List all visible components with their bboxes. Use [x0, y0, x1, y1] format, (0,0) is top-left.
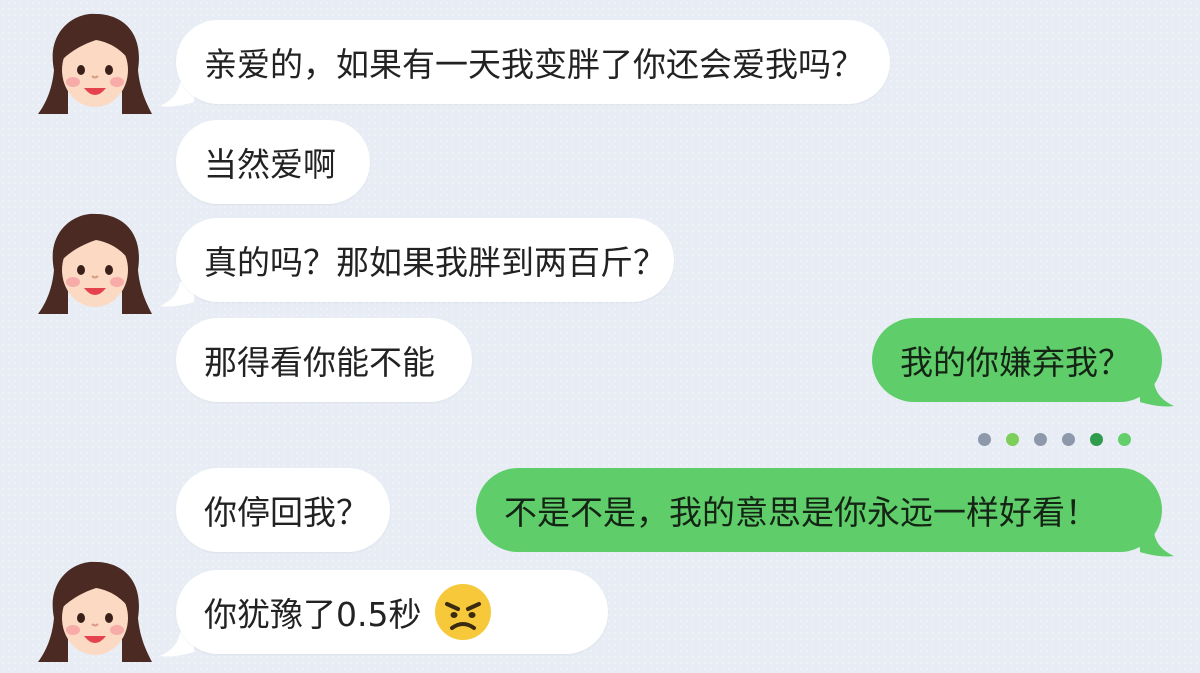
- message-bubble[interactable]: 真的吗？那如果我胖到两百斤？: [176, 218, 674, 302]
- message-bubble[interactable]: 那得看你能不能: [176, 318, 472, 402]
- typing-dot: [1034, 433, 1047, 446]
- message-bubble[interactable]: 你犹豫了0.5秒: [176, 570, 608, 654]
- avatar: [36, 10, 154, 118]
- message-text: 真的吗？那如果我胖到两百斤？: [204, 243, 666, 282]
- avatar: [36, 558, 154, 666]
- message-text: 你犹豫了0.5秒: [204, 595, 422, 634]
- message-bubble[interactable]: 不是不是，我的意思是你永远一样好看！: [476, 468, 1162, 552]
- message-text: 那得看你能不能: [204, 343, 435, 382]
- message-bubble[interactable]: 我的你嫌弃我？: [872, 318, 1162, 402]
- typing-dot: [978, 433, 991, 446]
- message-text: 我的你嫌弃我？: [900, 343, 1131, 382]
- typing-dot: [1118, 433, 1131, 446]
- message-bubble[interactable]: 当然爱啊: [176, 120, 370, 204]
- angry-face-icon: [433, 582, 493, 642]
- typing-indicator: [978, 433, 1131, 446]
- message-text: 当然爱啊: [204, 145, 336, 184]
- message-text: 亲爱的，如果有一天我变胖了你还会爱我吗？: [204, 45, 864, 84]
- message-bubble[interactable]: 亲爱的，如果有一天我变胖了你还会爱我吗？: [176, 20, 890, 104]
- typing-dot: [1090, 433, 1103, 446]
- avatar: [36, 210, 154, 318]
- message-text: 你停回我？: [204, 493, 369, 532]
- message-bubble[interactable]: 你停回我？: [176, 468, 390, 552]
- typing-dot: [1062, 433, 1075, 446]
- typing-dot: [1006, 433, 1019, 446]
- message-text: 不是不是，我的意思是你永远一样好看！: [504, 493, 1098, 532]
